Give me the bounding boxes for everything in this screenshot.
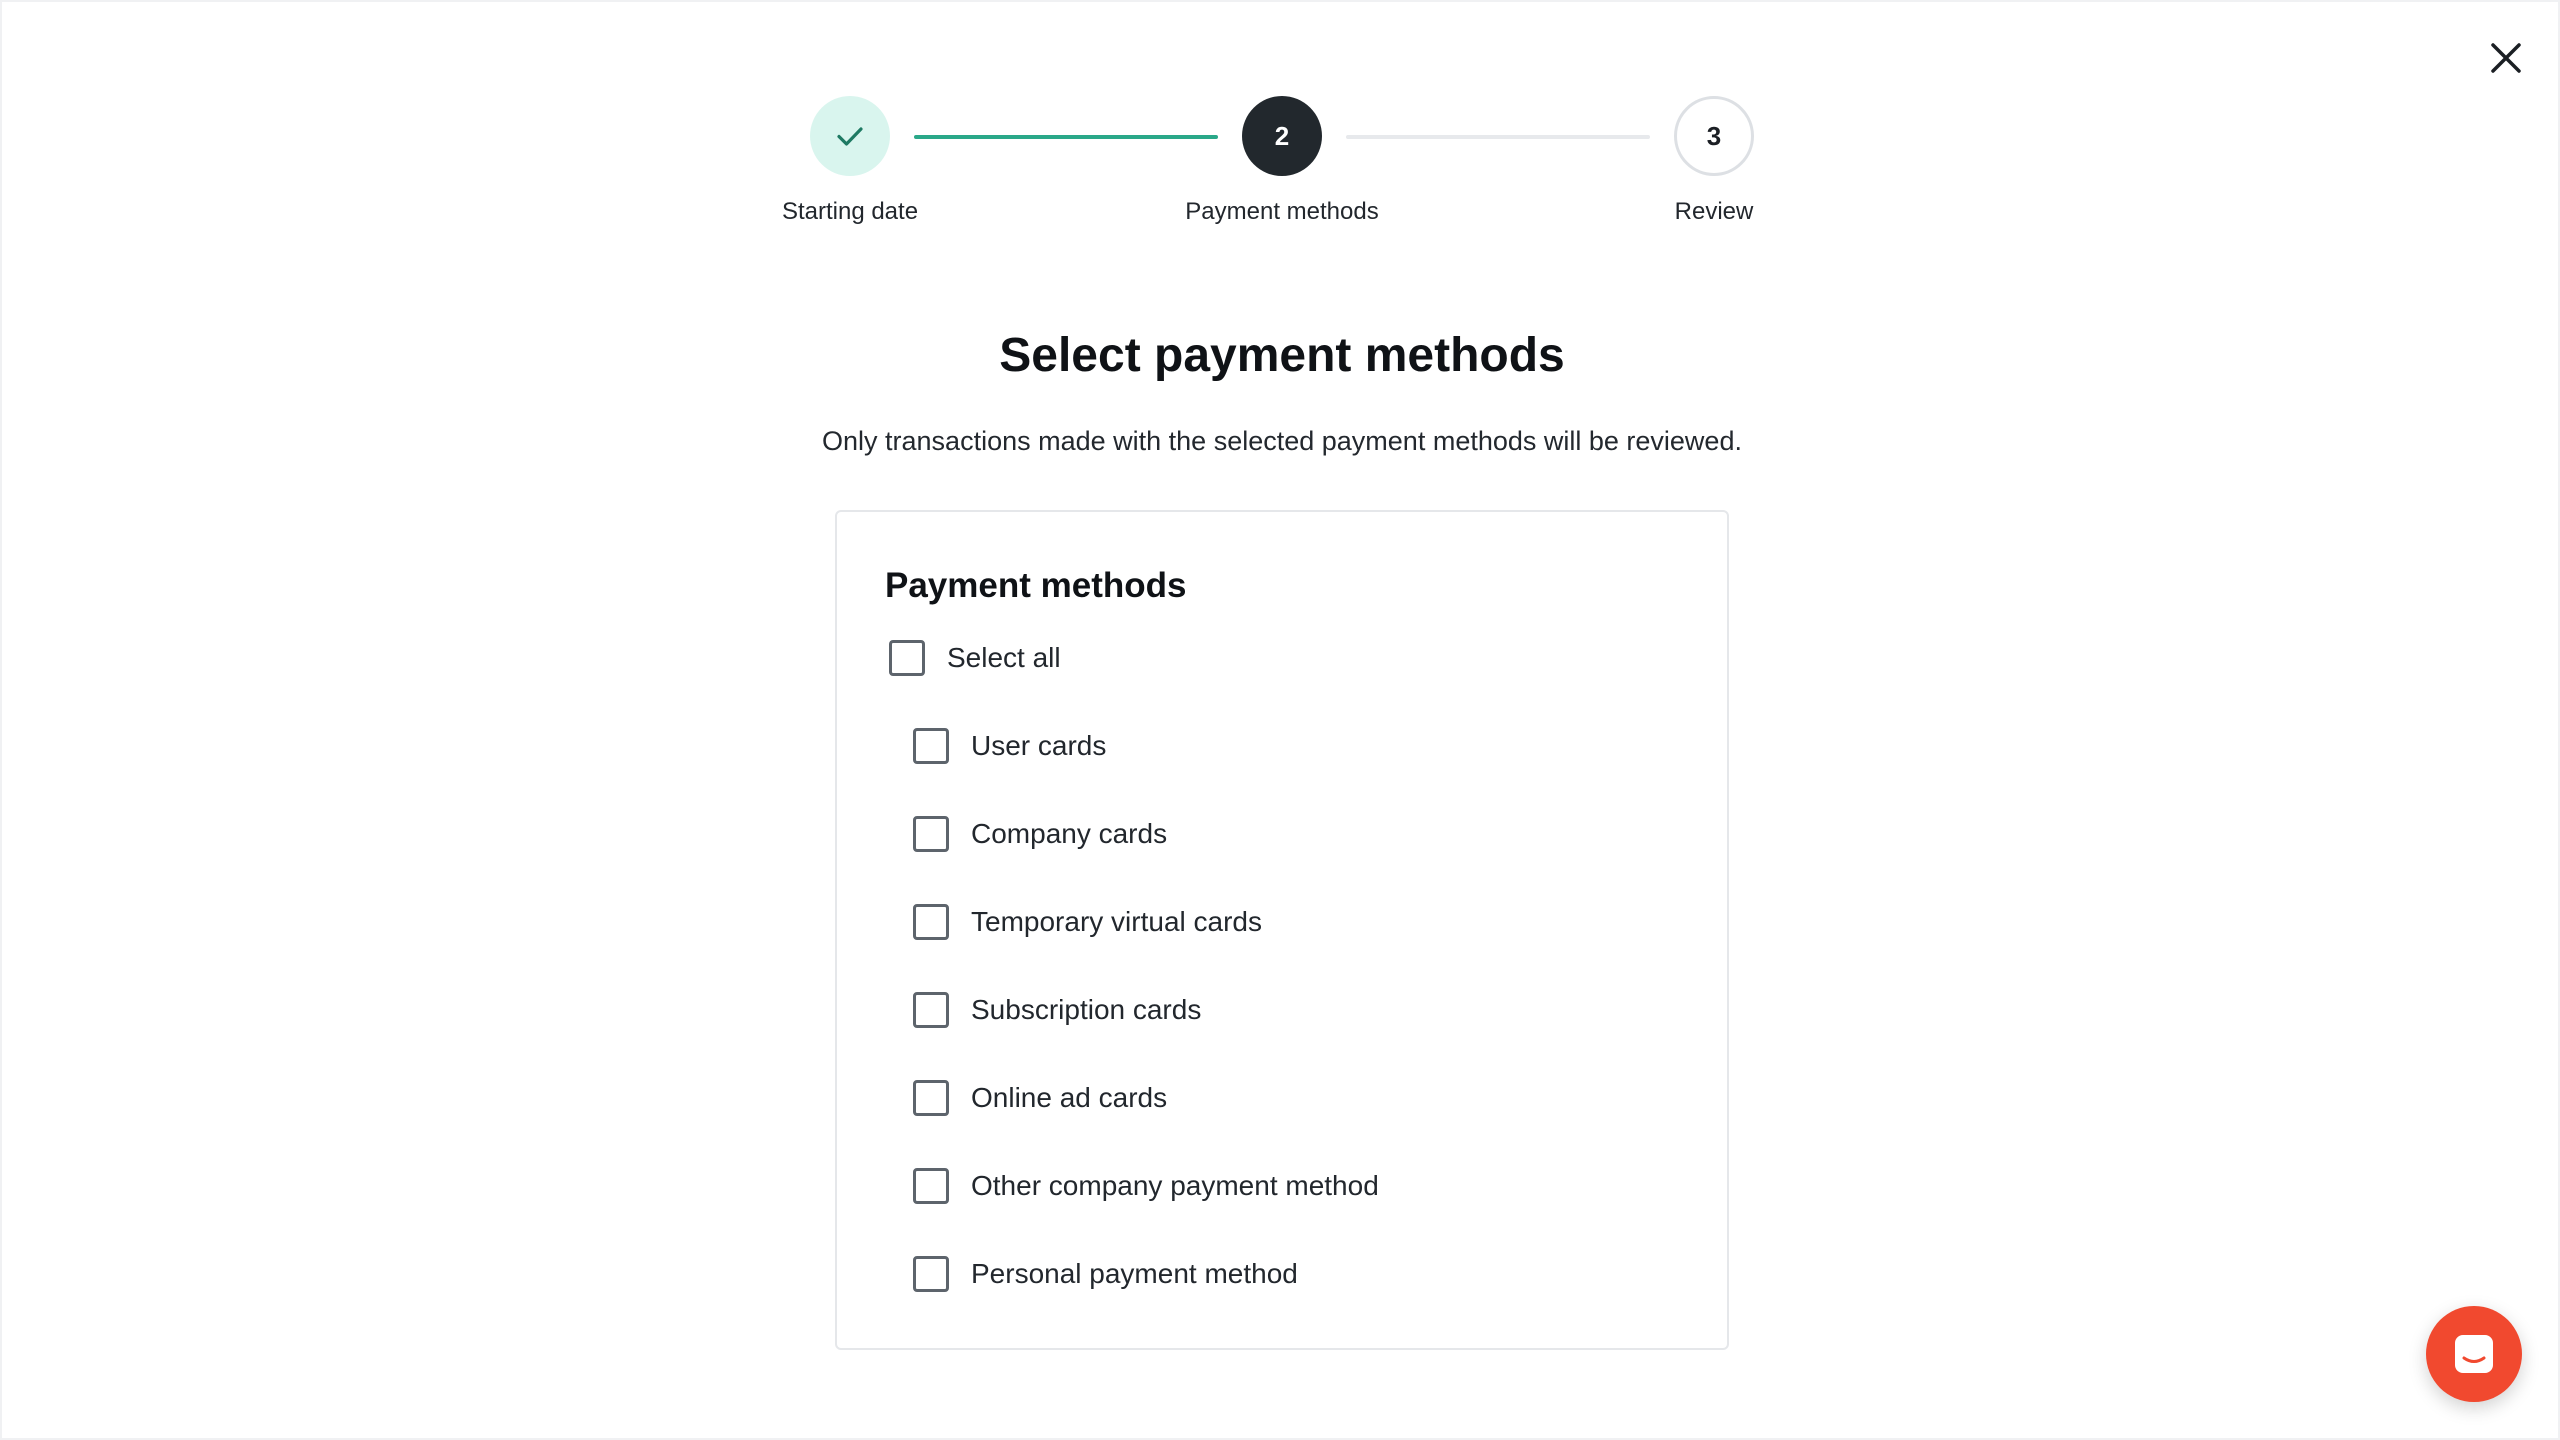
chat-launcher-button[interactable]: [2426, 1306, 2522, 1402]
option-label: Other company payment method: [971, 1170, 1379, 1201]
progress-stepper: 2 3 Starting date Payment methods Review: [762, 96, 1802, 236]
personal-payment-method-checkbox[interactable]: [913, 1256, 949, 1292]
option-other-company-payment-method[interactable]: Other company payment method: [913, 1168, 1379, 1204]
page-title: Select payment methods: [999, 329, 1565, 382]
subscription-cards-checkbox[interactable]: [913, 992, 949, 1028]
stepper-connector-completed: [914, 135, 1218, 139]
chat-icon: [2455, 1335, 2493, 1373]
step-1-label: Starting date: [781, 198, 919, 225]
select-all-label: Select all: [947, 642, 1061, 673]
option-label: Online ad cards: [971, 1082, 1168, 1113]
option-label: Company cards: [971, 818, 1168, 849]
page-subtitle: Only transactions made with the selected…: [822, 426, 1742, 456]
modal-window: 2 3 Starting date Payment methods Review…: [0, 0, 2560, 1440]
step-1-circle: [810, 96, 890, 176]
option-company-cards[interactable]: Company cards: [913, 816, 1167, 852]
card-title: Payment methods: [885, 566, 1187, 605]
option-temporary-virtual-cards[interactable]: Temporary virtual cards: [913, 904, 1262, 940]
step-3-number: 3: [1706, 120, 1722, 151]
option-user-cards[interactable]: User cards: [913, 728, 1106, 764]
other-company-payment-method-checkbox[interactable]: [913, 1168, 949, 1204]
user-cards-checkbox[interactable]: [913, 728, 949, 764]
step-3-circle: 3: [1674, 96, 1754, 176]
option-online-ad-cards[interactable]: Online ad cards: [913, 1080, 1167, 1116]
temporary-virtual-cards-checkbox[interactable]: [913, 904, 949, 940]
option-label: Subscription cards: [971, 994, 1202, 1025]
step-2-label: Payment methods: [1185, 198, 1379, 225]
option-label: User cards: [971, 730, 1107, 761]
close-button[interactable]: [2482, 34, 2530, 82]
select-all-option[interactable]: Select all: [889, 640, 1061, 676]
step-2-circle: 2: [1242, 96, 1322, 176]
option-label: Temporary virtual cards: [971, 906, 1262, 937]
step-3-label: Review: [1674, 198, 1754, 225]
select-all-checkbox[interactable]: [889, 640, 925, 676]
option-label: Personal payment method: [971, 1258, 1298, 1289]
step-2-number: 2: [1274, 120, 1290, 151]
company-cards-checkbox[interactable]: [913, 816, 949, 852]
online-ad-cards-checkbox[interactable]: [913, 1080, 949, 1116]
payment-methods-card: Payment methods Select all User cards Co…: [835, 510, 1729, 1350]
checkmark-icon: [837, 127, 863, 146]
close-icon: [2491, 43, 2521, 73]
option-subscription-cards[interactable]: Subscription cards: [913, 992, 1201, 1028]
option-personal-payment-method[interactable]: Personal payment method: [913, 1256, 1298, 1292]
stepper-connector-pending: [1346, 135, 1650, 139]
